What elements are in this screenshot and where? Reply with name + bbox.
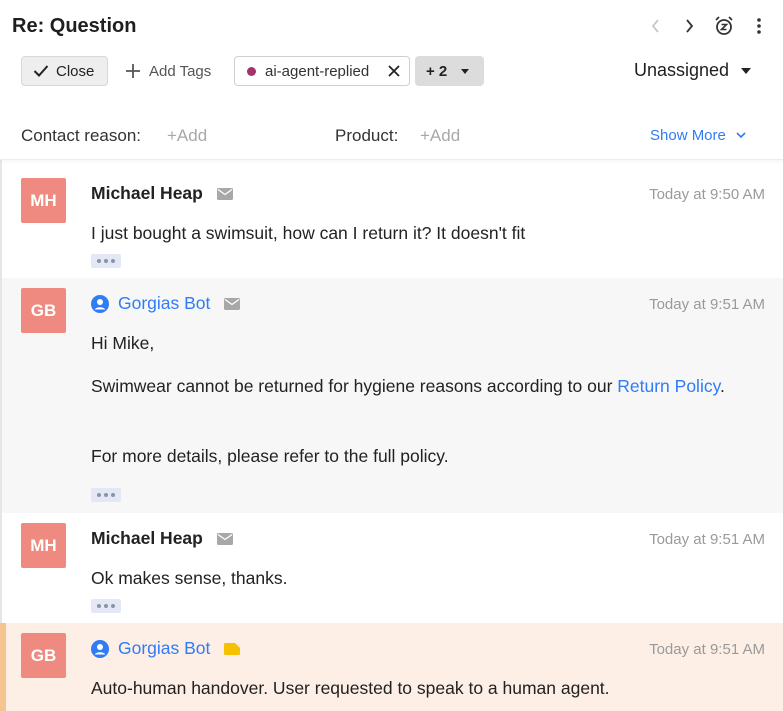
assignee-label: Unassigned: [634, 60, 730, 80]
internal-note-icon: [224, 642, 241, 655]
kebab-menu-icon: [757, 18, 761, 34]
expand-quoted-button[interactable]: [91, 254, 121, 268]
sender-row: Gorgias Bot: [91, 293, 241, 314]
message-timestamp: Today at 9:51 AM: [649, 641, 765, 658]
caret-down-icon: [461, 68, 470, 74]
sender-name: Michael Heap: [91, 183, 203, 203]
avatar: MH: [21, 178, 66, 223]
sender-row: Michael Heap: [91, 528, 233, 549]
add-tags-label: Add Tags: [149, 62, 212, 80]
show-more-label: Show More: [650, 127, 726, 144]
message-item: MH Michael Heap Today at 9:51 AM Ok make…: [2, 513, 783, 623]
close-ticket-button[interactable]: Close: [21, 56, 108, 86]
contact-reason-label: Contact reason:: [21, 126, 142, 145]
previous-ticket-button[interactable]: [646, 14, 666, 38]
message-body: For more details, please refer to the fu…: [91, 446, 449, 466]
caret-down-icon: [741, 67, 752, 74]
email-icon: [216, 187, 233, 200]
add-tags-button[interactable]: Add Tags: [125, 56, 211, 86]
message-item: MH Michael Heap Today at 9:50 AM I just …: [2, 161, 783, 278]
expand-quoted-button[interactable]: [91, 599, 121, 613]
message-body: Swimwear cannot be returned for hygiene …: [91, 373, 731, 400]
snooze-alarm-icon: [715, 16, 733, 35]
checkmark-icon: [33, 65, 49, 77]
chevron-down-icon: [736, 132, 746, 139]
message-text: Swimwear cannot be returned for hygiene …: [91, 376, 618, 396]
plus-icon: [126, 64, 140, 78]
close-button-label: Close: [56, 62, 95, 80]
expand-quoted-button[interactable]: [91, 488, 121, 502]
more-tags-dropdown[interactable]: + 2: [415, 56, 484, 86]
message-body: I just bought a swimsuit, how can I retu…: [91, 223, 526, 243]
message-greeting: Hi Mike,: [91, 333, 155, 353]
ticket-title: Re: Question: [12, 15, 137, 37]
email-icon: [224, 297, 241, 310]
tag-label: ai-agent-replied: [265, 62, 370, 80]
message-text-end: .: [720, 376, 725, 396]
product-add[interactable]: +Add: [420, 126, 460, 146]
product-label: Product:: [335, 126, 399, 145]
return-policy-link[interactable]: Return Policy: [617, 376, 720, 396]
message-body: Ok makes sense, thanks.: [91, 568, 288, 588]
assignee-dropdown[interactable]: Unassigned: [634, 60, 752, 81]
user-circle-icon: [91, 294, 109, 313]
ticket-header: Re: Question Close Add Tags ai-agent-rep…: [0, 0, 783, 160]
more-tags-label: + 2: [426, 62, 448, 80]
message-timestamp: Today at 9:51 AM: [649, 531, 765, 548]
email-icon: [216, 532, 233, 545]
contact-reason-add[interactable]: +Add: [167, 126, 207, 146]
avatar: GB: [21, 288, 66, 333]
avatar: GB: [21, 633, 66, 678]
avatar: MH: [21, 523, 66, 568]
internal-note-item: GB Gorgias Bot Today at 9:51 AM Auto-hum…: [0, 623, 783, 711]
user-circle-icon: [91, 639, 109, 658]
sender-row: Gorgias Bot: [91, 638, 241, 659]
message-timestamp: Today at 9:51 AM: [649, 296, 765, 313]
remove-tag-icon[interactable]: [387, 64, 401, 78]
sender-row: Michael Heap: [91, 183, 233, 204]
tag-chip[interactable]: ai-agent-replied: [234, 56, 410, 86]
next-ticket-button[interactable]: [679, 14, 699, 38]
sender-name: Michael Heap: [91, 528, 203, 548]
show-more-button[interactable]: Show More: [650, 127, 746, 144]
more-options-button[interactable]: [751, 15, 767, 37]
message-body: Auto-human handover. User requested to s…: [91, 678, 610, 698]
tag-color-dot: [247, 66, 256, 76]
message-timestamp: Today at 9:50 AM: [649, 186, 765, 203]
chevron-left-icon: [651, 19, 659, 33]
chevron-right-icon: [686, 19, 694, 33]
message-item: GB Gorgias Bot Today at 9:51 AM Hi Mike,…: [2, 278, 783, 513]
sender-name[interactable]: Gorgias Bot: [118, 638, 210, 659]
snooze-button[interactable]: [713, 15, 735, 37]
sender-name[interactable]: Gorgias Bot: [118, 293, 210, 314]
